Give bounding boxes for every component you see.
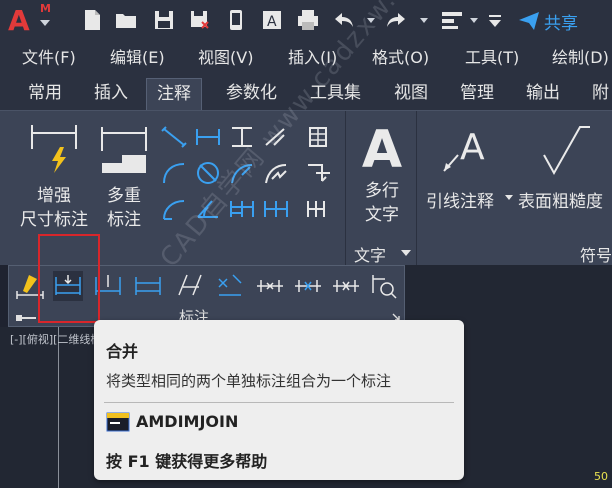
tab-annotate[interactable]: 注释: [146, 78, 202, 110]
workspace-icon[interactable]: [440, 8, 464, 32]
tooltip-divider: [104, 402, 454, 403]
dim-search-icon[interactable]: [369, 271, 399, 301]
quick-access-toolbar: A M A 共享: [0, 0, 612, 40]
dim-oblique-icon[interactable]: [175, 271, 205, 301]
mtext-button[interactable]: A 多行 文字: [352, 121, 412, 227]
share-label: 共享: [544, 13, 578, 34]
enhanced-dim-label-1: 增强: [37, 186, 71, 206]
enhanced-dim-label-2: 尺寸标注: [20, 210, 88, 230]
leader-caret-icon[interactable]: [505, 195, 513, 200]
app-logo-sup: M: [40, 2, 51, 15]
menu-view[interactable]: 视图(V): [198, 44, 253, 68]
save-icon[interactable]: [152, 8, 176, 32]
svg-text:A: A: [460, 127, 485, 168]
dim-adjust-icon[interactable]: [133, 271, 163, 301]
share-button[interactable]: 共享: [518, 8, 578, 34]
tab-manage[interactable]: 管理: [450, 78, 504, 110]
multi-dim-button[interactable]: 多重 标注: [96, 121, 152, 232]
continue-dim-icon[interactable]: [262, 197, 290, 221]
tab-view[interactable]: 视图: [384, 78, 438, 110]
mtext-label-2: 文字: [365, 205, 399, 225]
svg-text:A: A: [267, 14, 277, 30]
redo-caret-icon[interactable]: [420, 18, 428, 23]
multi-dim-label-2: 标注: [107, 210, 141, 230]
dim-center-icon[interactable]: [255, 271, 285, 301]
tooltip-title: 合并: [106, 342, 139, 361]
tooltip-help: 按 F1 键获得更多帮助: [106, 452, 268, 471]
surface-roughness-icon: [543, 126, 590, 176]
tooltip: 合并 将类型相同的两个单独标注组合为一个标注 AMDIMJOIN 按 F1 键获…: [94, 320, 464, 480]
ribbon-overflow-area: [405, 265, 612, 327]
tooltip-command: AMDIMJOIN: [136, 412, 239, 431]
panel-separator-2: [416, 111, 417, 266]
ordinate-icon[interactable]: [304, 161, 332, 185]
menu-tools[interactable]: 工具(T): [465, 44, 519, 68]
paper-plane-icon: [519, 12, 539, 30]
tab-insert[interactable]: 插入: [84, 78, 138, 110]
export-icon[interactable]: A: [260, 8, 284, 32]
tab-output[interactable]: 输出: [516, 78, 570, 110]
space-dim-icon[interactable]: [304, 197, 332, 221]
pin-icon[interactable]: [14, 311, 38, 325]
aligned-dim-icon[interactable]: [160, 125, 188, 149]
menu-file[interactable]: 文件(F): [22, 44, 76, 68]
workspace-caret-icon[interactable]: [470, 18, 478, 23]
new-file-icon[interactable]: [80, 8, 104, 32]
arc-length-icon[interactable]: [160, 161, 188, 185]
print-icon[interactable]: [296, 8, 320, 32]
highlight-box: [38, 234, 100, 323]
tooltip-description: 将类型相同的两个单独标注组合为一个标注: [106, 372, 392, 390]
menu-format[interactable]: 格式(O): [372, 44, 429, 68]
dim-reassoc-icon[interactable]: [331, 271, 361, 301]
panel-separator: [345, 111, 346, 266]
customize-caret-icon[interactable]: [486, 8, 504, 32]
save-as-icon[interactable]: [188, 8, 212, 32]
menu-draw[interactable]: 绘制(D): [552, 44, 609, 68]
linear-dim-icon[interactable]: [194, 125, 222, 149]
open-folder-icon[interactable]: [114, 8, 138, 32]
text-section-caret-icon[interactable]: [401, 250, 411, 256]
menu-edit[interactable]: 编辑(E): [110, 44, 165, 68]
enhanced-dim-button[interactable]: 增强 尺寸标注: [14, 121, 94, 232]
mtext-label-1: 多行: [365, 181, 399, 201]
dim-tolerance-icon[interactable]: [215, 271, 245, 301]
coordinate-readout: 50: [594, 470, 608, 483]
ucs-axis-line: [58, 327, 59, 488]
table-dim-icon[interactable]: [304, 125, 332, 149]
command-icon: [106, 412, 130, 432]
text-a-icon: A: [361, 120, 403, 180]
multi-dim-icon: [101, 127, 147, 173]
surface-roughness-button[interactable]: 表面粗糙度: [518, 187, 603, 212]
mobile-icon[interactable]: [224, 8, 248, 32]
app-logo[interactable]: A: [8, 4, 30, 37]
app-menu-caret-icon[interactable]: [40, 20, 50, 26]
text-section-label[interactable]: 文字: [354, 242, 386, 266]
leader-icon: A: [443, 127, 485, 172]
enhanced-dim-icon: [31, 125, 77, 173]
tab-addins[interactable]: 附: [582, 78, 612, 110]
dim-inspect-icon[interactable]: [293, 271, 323, 301]
multi-dim-label-1: 多重: [107, 186, 141, 206]
symbol-section-label: 符号: [580, 246, 612, 265]
tab-home[interactable]: 常用: [18, 78, 72, 110]
leader-button[interactable]: 引线注释: [426, 187, 494, 212]
viewport-label[interactable]: [-][俯视][二维线框]: [10, 331, 106, 347]
